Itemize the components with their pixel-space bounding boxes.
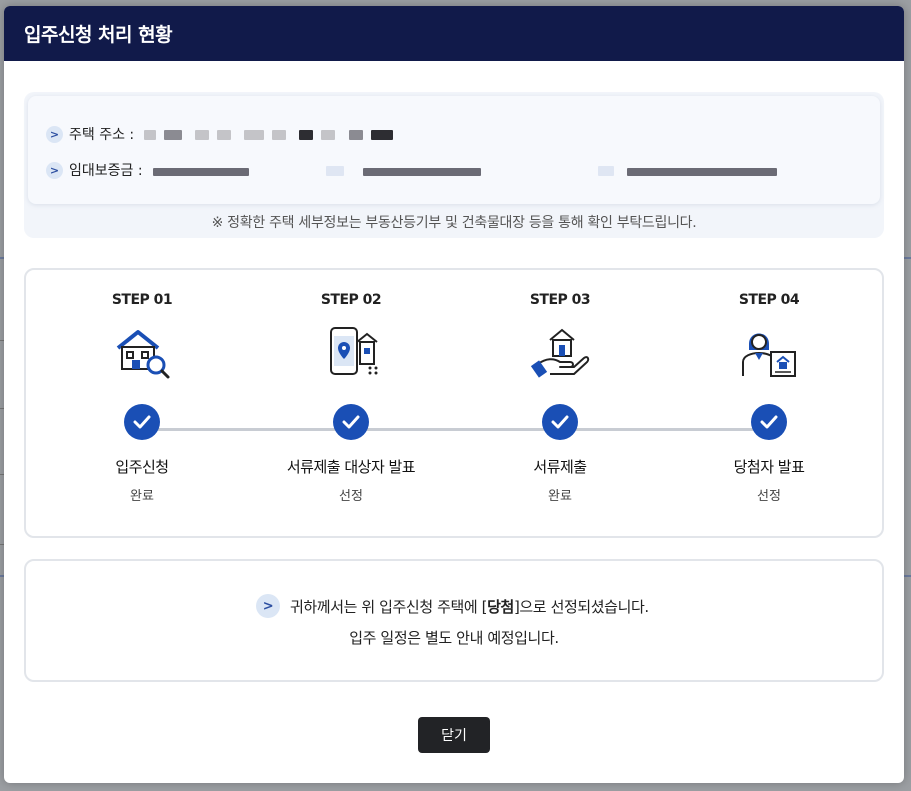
housing-info-panel: > 주택 주소 : > 임대보증금 : ※ 정확한 주택 세부정보는 부동산등기… <box>24 92 884 238</box>
deposit-row: > 임대보증금 : <box>46 152 880 188</box>
chevron-right-icon: > <box>46 161 63 179</box>
step-label: STEP 04 <box>738 292 800 308</box>
step-1: STEP 01 입주신청 완료 <box>42 292 242 504</box>
step-complete-check-icon <box>542 404 578 440</box>
step-label: STEP 01 <box>111 292 173 308</box>
step-status: 완료 <box>130 489 154 504</box>
step-label: STEP 03 <box>529 292 591 308</box>
application-status-modal: 입주신청 처리 현황 > 주택 주소 : > 임대보증금 : ※ 정확한 주택 … <box>4 6 904 783</box>
address-row: > 주택 주소 : <box>46 116 880 152</box>
step-label: STEP 02 <box>320 292 382 308</box>
step-title: 당첨자 발표 <box>733 458 805 476</box>
modal-title: 입주신청 처리 현황 <box>24 24 173 46</box>
result-prefix: 귀하께서는 위 입주신청 주택에 [ <box>290 597 488 616</box>
step-title: 서류제출 <box>533 458 587 476</box>
housing-info-card: > 주택 주소 : > 임대보증금 : <box>28 96 880 204</box>
step-status: 완료 <box>548 489 572 504</box>
info-note: ※ 정확한 주택 세부정보는 부동산등기부 및 건축물대장 등을 통해 확인 부… <box>211 215 697 231</box>
hand-house-icon <box>530 328 590 378</box>
step-status: 선정 <box>757 489 781 504</box>
deposit-label: 임대보증금 : <box>69 163 143 179</box>
person-board-icon <box>742 333 796 377</box>
step-2: STEP 02 서류제출 대상자 발표 선정 <box>251 292 451 504</box>
result-message: > 귀하께서는 위 입주신청 주택에 [당첨]으로 선정되셨습니다. <box>256 594 649 618</box>
address-value-redacted <box>144 125 400 144</box>
modal-header: 입주신청 처리 현황 <box>4 6 904 61</box>
phone-map-icon <box>330 327 378 375</box>
chevron-right-icon: > <box>256 594 280 618</box>
deposit-value-redacted <box>152 161 785 180</box>
step-title: 입주신청 <box>115 458 169 476</box>
close-button[interactable]: 닫기 <box>418 717 490 753</box>
chevron-right-icon: > <box>46 125 63 143</box>
step-complete-check-icon <box>751 404 787 440</box>
result-schedule-note: 입주 일정은 별도 안내 예정입니다. <box>349 629 559 647</box>
house-search-icon <box>116 330 170 379</box>
step-status: 선정 <box>339 489 363 504</box>
result-panel: > 귀하께서는 위 입주신청 주택에 [당첨]으로 선정되셨습니다. 입주 일정… <box>24 559 884 682</box>
step-3: STEP 03 서류제출 완료 <box>460 292 660 504</box>
result-suffix: ]으로 선정되셨습니다. <box>513 597 649 616</box>
address-label: 주택 주소 : <box>69 127 135 143</box>
steps-panel: STEP 01 입주신청 완료 STEP 02 서류제출 대상자 발표 선정 S… <box>24 268 884 538</box>
result-highlight: 당첨 <box>487 597 514 616</box>
step-complete-check-icon <box>124 404 160 440</box>
step-title: 서류제출 대상자 발표 <box>286 458 416 476</box>
step-4: STEP 04 당첨자 발표 선정 <box>669 292 869 504</box>
step-complete-check-icon <box>333 404 369 440</box>
